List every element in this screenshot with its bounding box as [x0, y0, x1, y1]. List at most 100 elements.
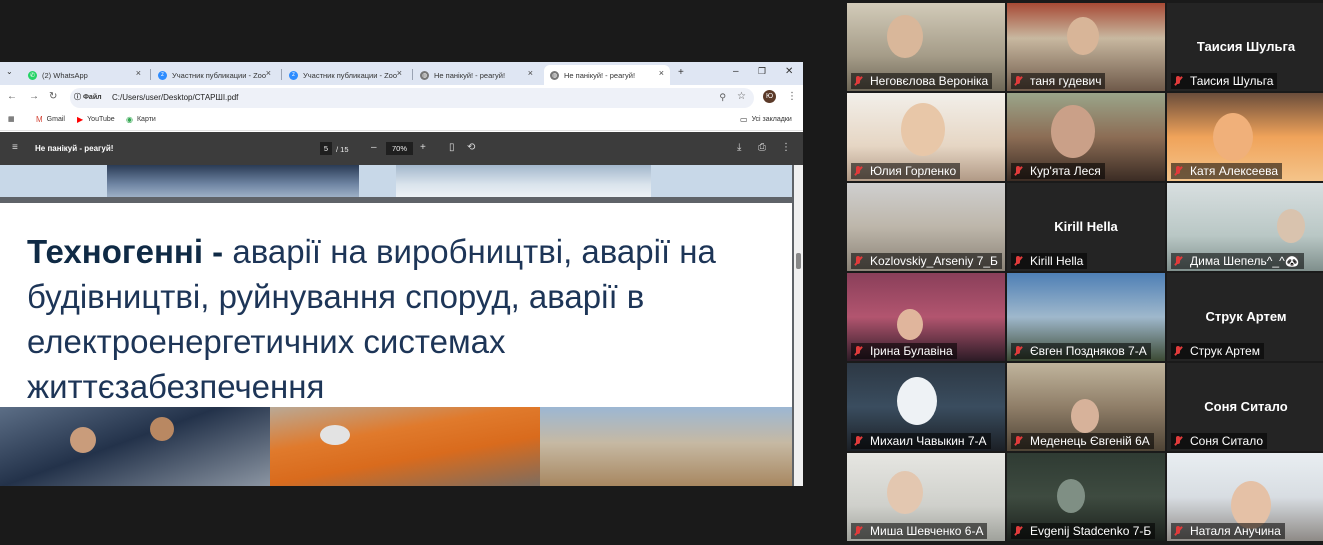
participant-name: Таисия Шульга [1190, 74, 1274, 88]
participant-tile[interactable]: Соня Ситало Соня Ситало [1167, 363, 1323, 451]
participant-face [1067, 17, 1099, 56]
close-window-button[interactable]: ✕ [785, 66, 793, 77]
participant-tile[interactable]: Неговєлова Вероніка [847, 3, 1005, 91]
slide-text: Техногенні - аварії на виробництві, авар… [27, 229, 792, 409]
pdf-scrollbar[interactable] [794, 165, 803, 486]
tab-search-icon[interactable]: ⌄ [6, 67, 13, 76]
participant-tile[interactable]: Evgenij Stadcenko 7-Б [1007, 453, 1165, 541]
participant-tile[interactable]: Юлия Горленко [847, 93, 1005, 181]
close-icon[interactable]: × [397, 68, 402, 78]
fit-page-icon[interactable]: ▯ [449, 142, 455, 153]
apps-grid-icon[interactable]: ▦ [8, 115, 15, 123]
workers-photo [0, 407, 270, 486]
participant-tile[interactable]: Миша Шевченко 6-А [847, 453, 1005, 541]
zoom-out-icon[interactable]: – [371, 142, 377, 153]
pdf-toolbar: ≡ Не панікуй - реагуй! 5 / 15 – 70% + ▯ … [0, 132, 803, 165]
participant-face [1051, 105, 1095, 158]
rotate-icon[interactable]: ⟲ [467, 142, 475, 153]
restore-button[interactable]: ❐ [758, 66, 766, 77]
participant-tile[interactable]: Наталя Анучина [1167, 453, 1323, 541]
print-icon[interactable]: ⎙ [758, 142, 766, 153]
tab-pdf-active[interactable]: ◍ Не панікуй! - реагуй! × [544, 65, 670, 85]
tab-whatsapp[interactable]: ✆ (2) WhatsApp × [22, 65, 147, 85]
participant-display-name: Соня Ситало [1204, 399, 1288, 414]
participant-name: таня гудевич [1030, 74, 1102, 88]
participant-name: Kirill Hella [1030, 254, 1084, 268]
participant-tile[interactable]: Дима Шепель^_^🐼 [1167, 183, 1323, 271]
participant-name-label: Струк Артем [1171, 343, 1264, 359]
participant-name-label: Kirill Hella [1011, 253, 1088, 269]
participant-face [1231, 481, 1271, 529]
close-icon[interactable]: × [528, 68, 533, 78]
minimize-button[interactable]: – [733, 66, 739, 77]
zoom-in-icon[interactable]: + [420, 142, 426, 153]
participant-tile[interactable]: Євген Поздняков 7-А [1007, 273, 1165, 361]
muted-mic-icon [851, 434, 865, 448]
participant-name-label: Ірина Булавіна [851, 343, 957, 359]
profile-avatar[interactable]: Ю [763, 90, 776, 103]
muted-mic-icon [1171, 254, 1185, 268]
globe-icon: ◍ [550, 70, 559, 80]
participant-name-label: Kozlovskiy_Arseniy 7_Б [851, 253, 1002, 269]
participant-tile[interactable]: таня гудевич [1007, 3, 1165, 91]
participant-name: Evgenij Stadcenko 7-Б [1030, 524, 1152, 538]
tab-zoom-2[interactable]: z Участник публикации - Zoo × [283, 65, 408, 85]
participant-name: Соня Ситало [1190, 434, 1264, 448]
participant-tile[interactable]: Таисия Шульга Таисия Шульга [1167, 3, 1323, 91]
pdf-viewer[interactable]: Техногенні - аварії на виробництві, авар… [0, 165, 794, 486]
close-icon[interactable]: × [266, 68, 271, 78]
participant-display-name: Таисия Шульга [1196, 39, 1296, 54]
close-icon[interactable]: × [136, 68, 141, 78]
zoom-icon: z [158, 70, 167, 80]
bookmark-maps[interactable]: ◉ Карти [126, 115, 156, 124]
participant-tile[interactable]: Меденець Євгеній 6А [1007, 363, 1165, 451]
muted-mic-icon [1011, 254, 1025, 268]
zoom-icon: z [289, 70, 298, 80]
participant-tile[interactable]: Kirill Hella Kirill Hella [1007, 183, 1165, 271]
bookmark-star-icon[interactable]: ☆ [737, 91, 746, 102]
muted-mic-icon [851, 164, 865, 178]
participant-face [901, 103, 945, 156]
ruined-building-photo [540, 407, 792, 486]
participant-name: Меденець Євгеній 6А [1030, 434, 1150, 448]
back-icon[interactable]: ← [7, 91, 17, 102]
muted-mic-icon [851, 344, 865, 358]
download-icon[interactable]: ⤓ [737, 142, 741, 153]
participant-name-label: Evgenij Stadcenko 7-Б [1011, 523, 1156, 539]
gmail-icon: M [36, 115, 43, 124]
slide-heading: Техногенні - [27, 233, 224, 270]
participant-tile[interactable]: Kozlovskiy_Arseniy 7_Б [847, 183, 1005, 271]
sidebar-menu-icon[interactable]: ≡ [12, 142, 18, 153]
reload-icon[interactable]: ↻ [49, 91, 57, 102]
page-total: / 15 [336, 145, 349, 154]
address-bar-row: ← → ↻ ⓘ Файл C:/Users/user/Desktop/СТАРШ… [0, 85, 803, 111]
participant-name: Ірина Булавіна [870, 344, 953, 358]
close-icon[interactable]: × [659, 68, 664, 78]
bookmark-gmail[interactable]: M Gmail [36, 115, 65, 124]
participant-tile[interactable]: Струк Артем Струк Артем [1167, 273, 1323, 361]
participant-display-name: Kirill Hella [1054, 219, 1118, 234]
muted-mic-icon [1011, 434, 1025, 448]
zoom-icon-omnibox[interactable]: ⚲ [719, 92, 726, 103]
participant-tile[interactable]: Кур'ята Леся [1007, 93, 1165, 181]
tab-zoom-1[interactable]: z Участник публикации - Zoo × [152, 65, 277, 85]
forward-icon[interactable]: → [29, 91, 39, 102]
menu-dots-icon[interactable]: ⋮ [787, 91, 797, 102]
participant-tile[interactable]: Ірина Булавіна [847, 273, 1005, 361]
participant-tile[interactable]: Катя Алексеева [1167, 93, 1323, 181]
participant-name: Кур'ята Леся [1030, 164, 1101, 178]
more-options-icon[interactable]: ⋮ [781, 142, 791, 153]
bookmark-youtube[interactable]: ▶ YouTube [77, 115, 115, 124]
new-tab-button[interactable]: + [678, 67, 684, 78]
participant-name: Михаил Чавыкин 7-А [870, 434, 987, 448]
page-number-input[interactable]: 5 [320, 142, 332, 155]
scroll-thumb[interactable] [796, 253, 801, 269]
all-bookmarks[interactable]: ▭ Усі закладки [740, 115, 792, 124]
tab-pdf-1[interactable]: ◍ Не панікуй! - реагуй! × [414, 65, 539, 85]
address-bar[interactable]: ⓘ Файл C:/Users/user/Desktop/СТАРШІ.pdf … [70, 88, 754, 108]
participant-tile[interactable]: Михаил Чавыкин 7-А [847, 363, 1005, 451]
zoom-level-input[interactable]: 70% [386, 142, 413, 155]
participant-name-label: Наталя Анучина [1171, 523, 1285, 539]
participant-name-label: Меденець Євгеній 6А [1011, 433, 1154, 449]
muted-mic-icon [1011, 344, 1025, 358]
